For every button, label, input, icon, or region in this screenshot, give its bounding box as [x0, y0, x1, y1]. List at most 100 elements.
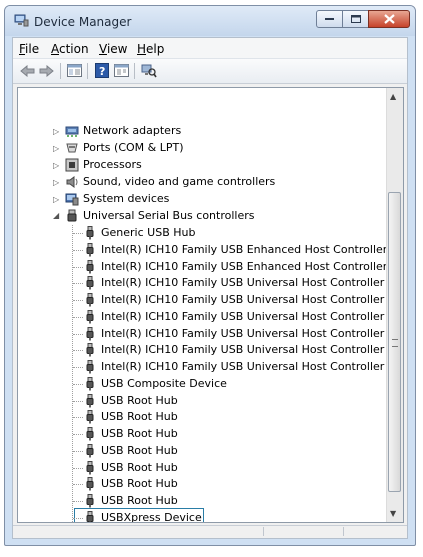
usb-device-row[interactable]: Intel(R) ICH10 Family USB Universal Host…	[18, 275, 403, 291]
usb-plug-icon	[86, 477, 94, 491]
usb-device-row[interactable]: Intel(R) ICH10 Family USB Universal Host…	[18, 326, 403, 342]
usb-plug-icon	[86, 443, 94, 458]
scan-hardware-icon	[141, 64, 157, 78]
tree-connector-line	[73, 233, 83, 234]
category-label: Sound, video and game controllers	[83, 175, 276, 188]
usb-plug-icon	[86, 242, 94, 257]
menu-view[interactable]: View	[99, 42, 127, 56]
usb-device-label: Intel(R) ICH10 Family USB Universal Host…	[101, 360, 404, 373]
expand-arrow-icon[interactable]: ▷	[53, 178, 59, 187]
tree-connector-line	[73, 266, 83, 268]
usb-device-row[interactable]: USB Root Hub	[18, 476, 388, 492]
scrollbar-thumb[interactable]	[388, 192, 401, 492]
usb-device-label: USB Root Hub	[101, 393, 178, 407]
expand-arrow-icon[interactable]: ▷	[53, 161, 59, 170]
usb-plug-icon	[86, 510, 94, 522]
device-tree[interactable]: ▷ Network adapters ▷ Ports (COM & LPT) ▷…	[17, 87, 404, 523]
menu-action[interactable]: Action	[51, 42, 89, 56]
usb-controller-icon	[67, 209, 77, 222]
usb-device-row[interactable]: Intel(R) ICH10 Family USB Enhanced Host …	[18, 259, 403, 275]
usb-device-row[interactable]: Intel(R) ICH10 Family USB Universal Host…	[18, 292, 403, 308]
expand-arrow-icon[interactable]: ▷	[53, 195, 59, 204]
tree-category-ports[interactable]: ▷ Ports (COM & LPT)	[18, 140, 388, 156]
menu-help[interactable]: Help	[137, 42, 164, 56]
usb-plug-icon	[86, 309, 94, 324]
tree-category-network-adapters[interactable]: ▷ Network adapters	[18, 123, 388, 139]
usb-device-label: Intel(R) ICH10 Family USB Universal Host…	[101, 326, 404, 340]
vertical-scrollbar[interactable]: ▲ ▼	[386, 88, 403, 522]
usb-device-row[interactable]: USB Root Hub	[18, 409, 388, 425]
tree-connector-line	[73, 333, 83, 335]
properties-view-button[interactable]	[66, 62, 83, 79]
usb-device-label: Intel(R) ICH10 Family USB Universal Host…	[101, 309, 404, 323]
category-label: Universal Serial Bus controllers	[83, 209, 255, 222]
help-button[interactable]: ?	[93, 62, 110, 79]
usb-device-row[interactable]: USBXpress Device	[18, 507, 388, 523]
usb-plug-icon	[86, 226, 94, 240]
tree-category-usb-controllers[interactable]: ◢ Universal Serial Bus controllers	[18, 208, 388, 224]
tree-category-sound[interactable]: ▷ Sound, video and game controllers	[18, 174, 388, 190]
scroll-down-arrow-icon[interactable]: ▼	[390, 509, 396, 518]
tree-connector-line	[73, 400, 83, 402]
toolbar-separator	[87, 63, 88, 79]
menu-bar: File Action View Help	[13, 38, 407, 59]
forward-button[interactable]	[38, 62, 55, 79]
tree-connector-line	[73, 434, 83, 435]
expand-arrow-icon[interactable]: ▷	[53, 127, 59, 136]
maximize-icon	[350, 15, 361, 23]
tree-connector-line	[73, 350, 83, 352]
tree-connector-line	[73, 417, 83, 419]
usb-device-row[interactable]: USB Composite Device	[18, 376, 388, 392]
usb-device-row[interactable]: USB Root Hub	[18, 393, 388, 409]
device-manager-app-icon	[14, 14, 29, 27]
usb-device-row[interactable]: USB Root Hub	[18, 460, 388, 476]
usb-device-row[interactable]: USB Root Hub	[18, 426, 388, 442]
minimize-button[interactable]	[316, 10, 343, 28]
menu-action-accesskey: A	[51, 42, 59, 56]
usb-plug-icon	[86, 259, 94, 273]
usb-device-row[interactable]: Generic USB Hub	[18, 225, 388, 241]
usb-device-label: Intel(R) ICH10 Family USB Universal Host…	[101, 343, 404, 357]
scroll-up-arrow-icon[interactable]: ▲	[390, 92, 396, 101]
usb-device-label: Intel(R) ICH10 Family USB Universal Host…	[101, 293, 404, 306]
maximize-button[interactable]	[342, 10, 369, 28]
tree-category-system-devices[interactable]: ▷ System devices	[18, 191, 388, 207]
usb-device-row[interactable]: USB Root Hub	[18, 493, 388, 509]
status-bar-divider	[343, 527, 344, 536]
show-hide-console-tree-button[interactable]	[113, 62, 130, 79]
close-button[interactable]	[368, 10, 410, 28]
usb-device-row[interactable]: Intel(R) ICH10 Family USB Enhanced Host …	[18, 242, 403, 258]
scrollbar-grip-icon	[392, 339, 398, 347]
properties-view-icon	[67, 64, 82, 77]
usb-device-label: USB Root Hub	[101, 427, 178, 440]
tree-connector-line	[73, 283, 83, 285]
title-bar[interactable]: Device Manager	[5, 6, 415, 36]
tree-connector-line	[73, 467, 83, 469]
expand-arrow-icon[interactable]: ▷	[53, 144, 59, 153]
menu-view-accesskey: V	[99, 42, 107, 56]
category-label: Network adapters	[83, 124, 182, 137]
usb-device-row[interactable]: Intel(R) ICH10 Family USB Universal Host…	[18, 342, 403, 358]
usb-plug-icon	[86, 376, 94, 391]
menu-file[interactable]: File	[19, 42, 39, 56]
usb-device-row[interactable]: USB Root Hub	[18, 443, 388, 459]
usb-plug-icon	[86, 276, 94, 290]
usb-device-row[interactable]: Intel(R) ICH10 Family USB Universal Host…	[18, 309, 403, 325]
tree-connector-line	[73, 450, 83, 452]
scan-hardware-button[interactable]	[140, 62, 157, 79]
forward-arrow-icon	[39, 64, 54, 77]
client-area: File Action View Help ? ▷ Network adapte…	[12, 37, 408, 539]
sound-icon	[66, 176, 78, 188]
back-button[interactable]	[19, 62, 36, 79]
usb-device-row[interactable]: Intel(R) ICH10 Family USB Universal Host…	[18, 359, 403, 375]
menu-action-label: ction	[59, 42, 89, 56]
processor-icon	[65, 158, 79, 172]
usb-device-label: USB Root Hub	[101, 477, 178, 491]
close-icon	[383, 14, 395, 24]
usb-device-label: Intel(R) ICH10 Family USB Universal Host…	[101, 276, 404, 290]
usb-device-label: USBXpress Device	[101, 510, 202, 523]
usb-plug-icon	[86, 460, 94, 474]
ports-icon	[66, 143, 78, 153]
tree-category-processors[interactable]: ▷ Processors	[18, 157, 388, 173]
collapse-arrow-icon[interactable]: ◢	[53, 211, 59, 220]
